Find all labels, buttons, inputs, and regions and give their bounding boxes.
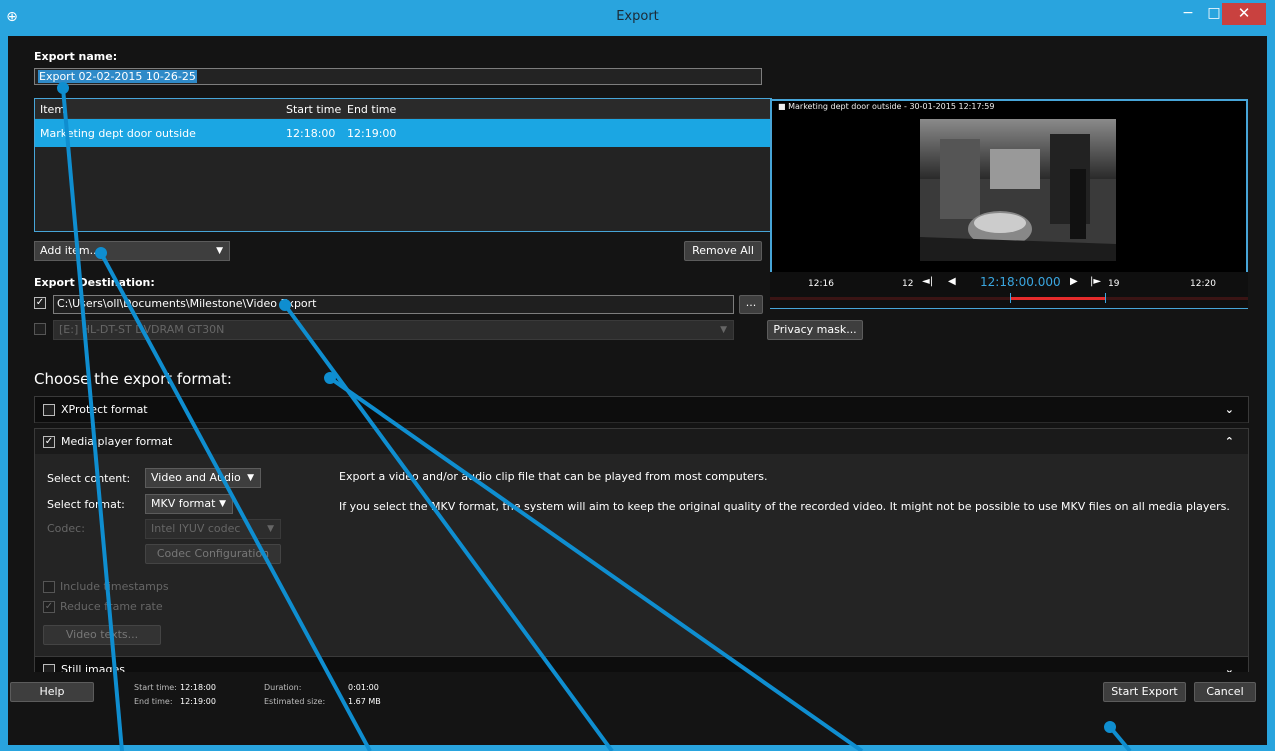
row-end-time: 12:19:00 [347, 127, 397, 140]
media-player-options: Select content: Video and Audio ▼ Select… [34, 454, 1249, 656]
current-time: 12:18:00.000 [980, 275, 1061, 289]
duration-label: Duration: [264, 683, 302, 692]
export-name-label: Export name: [34, 50, 118, 63]
select-format-value: MKV format [151, 497, 216, 510]
reduce-frame-rate-checkbox[interactable]: ✓ [43, 601, 55, 613]
footer-bar: Help Start time: 12:18:00 End time: 12:1… [8, 672, 1267, 712]
chevron-down-icon: ▼ [216, 246, 223, 256]
include-timestamps-checkbox[interactable] [43, 581, 55, 593]
destination-folder-checkbox[interactable]: ✓ [34, 297, 46, 309]
codec-dropdown[interactable]: Intel IYUV codec ▼ [145, 519, 281, 539]
codec-configuration-button[interactable]: Codec Configuration [145, 544, 281, 564]
minimize-button[interactable]: − [1178, 3, 1198, 25]
media-player-description-2: If you select the MKV format, the system… [339, 500, 1230, 513]
estimated-size-value: 1.67 MB [348, 697, 381, 706]
media-player-format-label: Media player format [61, 435, 173, 448]
start-time-value: 12:18:00 [180, 683, 216, 692]
timeline-track [770, 297, 1248, 300]
codec-label: Codec: [47, 522, 85, 535]
column-header-end-time[interactable]: End time [347, 103, 396, 116]
export-destination-label: Export Destination: [34, 276, 155, 289]
export-format-title: Choose the export format: [34, 370, 232, 388]
camera-icon: ■ [778, 102, 786, 111]
items-table: Item Start time End time Marketing dept … [34, 98, 772, 232]
timeline-tick: 12:16 [808, 279, 834, 289]
media-player-format-checkbox[interactable]: ✓ [43, 436, 55, 448]
select-content-dropdown[interactable]: Video and Audio ▼ [145, 468, 261, 488]
step-forward-icon[interactable]: |► [1090, 276, 1101, 287]
end-time-value: 12:19:00 [180, 697, 216, 706]
destination-drive-checkbox[interactable] [34, 323, 46, 335]
media-player-format-header[interactable]: ✓ Media player format ⌃ [35, 429, 1248, 455]
camera-title: ■ Marketing dept door outside - 30-01-20… [778, 102, 994, 111]
select-content-value: Video and Audio [151, 471, 241, 484]
selection-range[interactable] [1010, 293, 1106, 303]
play-forward-icon[interactable]: ▶ [1070, 276, 1078, 287]
column-header-start-time[interactable]: Start time [286, 103, 341, 116]
start-export-button[interactable]: Start Export [1103, 682, 1186, 702]
export-name-input[interactable]: Export 02-02-2015 10-26-25 [34, 68, 762, 85]
chevron-down-icon[interactable]: ⌄ [1225, 403, 1234, 416]
destination-drive-dropdown[interactable]: [E:] HL-DT-ST DVDRAM GT30N ▼ [53, 320, 734, 340]
start-time-label: Start time: [134, 683, 177, 692]
xprotect-format-label: XProtect format [61, 403, 148, 416]
play-reverse-icon[interactable]: ◀ [948, 276, 956, 287]
select-content-label: Select content: [47, 472, 131, 485]
cancel-button[interactable]: Cancel [1194, 682, 1256, 702]
duration-value: 0:01:00 [348, 683, 379, 692]
items-table-header: Item Start time End time [35, 99, 771, 119]
xprotect-format-checkbox[interactable] [43, 404, 55, 416]
include-timestamps-label: Include timestamps [60, 580, 169, 593]
timeline-tick: 12 [902, 279, 914, 289]
estimated-size-label: Estimated size: [264, 697, 326, 706]
chevron-down-icon: ▼ [720, 325, 727, 335]
chevron-down-icon: ▼ [267, 524, 274, 534]
help-button[interactable]: Help [10, 682, 94, 702]
step-back-icon[interactable]: ◄| [922, 276, 933, 287]
table-row[interactable]: Marketing dept door outside 12:18:00 12:… [35, 119, 771, 147]
add-item-dropdown[interactable]: Add item... ▼ [34, 241, 230, 261]
timeline-tick: 12:20 [1190, 279, 1216, 289]
column-header-item[interactable]: Item [40, 103, 65, 116]
chevron-down-icon: ▼ [247, 473, 254, 483]
xprotect-format-header[interactable]: XProtect format ⌄ [35, 397, 1248, 423]
row-start-time: 12:18:00 [286, 127, 336, 140]
export-name-value: Export 02-02-2015 10-26-25 [38, 70, 197, 83]
browse-button[interactable]: ... [739, 295, 763, 314]
video-texts-button[interactable]: Video texts... [43, 625, 161, 645]
window-title: Export [616, 9, 659, 24]
media-player-format-section[interactable]: ✓ Media player format ⌃ [34, 428, 1249, 455]
maximize-button[interactable]: □ [1204, 3, 1224, 25]
camera-title-text: Marketing dept door outside - 30-01-2015… [788, 102, 995, 111]
end-time-label: End time: [134, 697, 173, 706]
add-item-label: Add item... [40, 244, 101, 257]
media-player-description-1: Export a video and/or audio clip file th… [339, 470, 768, 483]
camera-frame-image [920, 119, 1116, 261]
selection-range-bar [1011, 297, 1105, 300]
privacy-mask-button[interactable]: Privacy mask... [767, 320, 863, 340]
row-item-name: Marketing dept door outside [40, 127, 196, 140]
title-bar: ⊕ Export − □ ✕ [0, 0, 1275, 36]
chevron-down-icon: ▼ [219, 499, 226, 509]
destination-drive-value: [E:] HL-DT-ST DVDRAM GT30N [59, 323, 225, 336]
xprotect-format-section[interactable]: XProtect format ⌄ [34, 396, 1249, 423]
timeline-tick: 19 [1108, 279, 1120, 289]
export-dialog: Export name: Export 02-02-2015 10-26-25 … [8, 36, 1267, 745]
close-button[interactable]: ✕ [1222, 3, 1266, 25]
remove-all-button[interactable]: Remove All [684, 241, 762, 261]
select-format-dropdown[interactable]: MKV format ▼ [145, 494, 233, 514]
destination-path-input[interactable]: C:\Users\oll\Documents\Milestone\Video E… [53, 295, 734, 314]
reduce-frame-rate-label: Reduce frame rate [60, 600, 163, 613]
codec-value: Intel IYUV codec [151, 522, 241, 535]
select-format-label: Select format: [47, 498, 125, 511]
chevron-up-icon[interactable]: ⌃ [1225, 435, 1234, 448]
playback-timeline[interactable]: 12:16 12 ◄| ◀ 12:18:00.000 ▶ |► 19 12:20 [770, 272, 1248, 308]
